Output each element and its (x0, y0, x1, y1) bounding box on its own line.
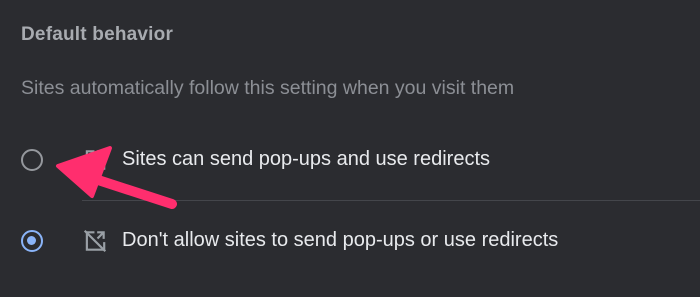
popup-allowed-icon (85, 150, 106, 170)
option-block-popups[interactable]: Don't allow sites to send pop-ups or use… (0, 212, 700, 272)
section-title: Default behavior (21, 24, 174, 45)
allow-popups-label: Sites can send pop-ups and use redirects (122, 148, 490, 170)
option-allow-popups[interactable]: Sites can send pop-ups and use redirects (0, 130, 700, 190)
popup-blocked-icon (83, 229, 107, 253)
block-popups-radio[interactable] (21, 230, 43, 252)
allow-popups-radio[interactable] (21, 149, 43, 171)
block-popups-label: Don't allow sites to send pop-ups or use… (122, 229, 559, 251)
section-description: Sites automatically follow this setting … (21, 77, 515, 99)
options-divider (82, 200, 700, 201)
